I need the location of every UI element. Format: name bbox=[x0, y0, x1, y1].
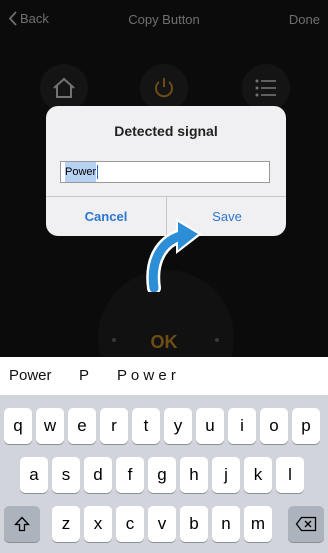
delete-icon bbox=[295, 516, 317, 532]
key[interactable]: t bbox=[132, 408, 160, 444]
shift-key[interactable] bbox=[4, 506, 40, 542]
key[interactable]: e bbox=[68, 408, 96, 444]
key[interactable]: x bbox=[84, 506, 112, 542]
key[interactable]: w bbox=[36, 408, 64, 444]
key[interactable]: c bbox=[116, 506, 144, 542]
dialog-title: Detected signal bbox=[114, 123, 218, 139]
key[interactable]: y bbox=[164, 408, 192, 444]
shift-icon bbox=[14, 516, 30, 532]
key[interactable]: m bbox=[244, 506, 272, 542]
key[interactable]: r bbox=[100, 408, 128, 444]
key[interactable]: k bbox=[244, 457, 272, 493]
key[interactable]: n bbox=[212, 506, 240, 542]
key[interactable]: g bbox=[148, 457, 176, 493]
predictive-bar: Power P P o w e r bbox=[0, 357, 328, 395]
key[interactable]: l bbox=[276, 457, 304, 493]
key[interactable]: s bbox=[52, 457, 80, 493]
key[interactable]: q bbox=[4, 408, 32, 444]
key[interactable]: b bbox=[180, 506, 208, 542]
key[interactable]: p bbox=[292, 408, 320, 444]
signal-name-value: Power bbox=[65, 162, 97, 182]
keyboard: q w e r t y u i o p a s d f g h j k l z … bbox=[0, 395, 328, 553]
suggestion-item[interactable]: P o w e r bbox=[117, 367, 176, 384]
key[interactable]: i bbox=[228, 408, 256, 444]
key[interactable]: f bbox=[116, 457, 144, 493]
key[interactable]: h bbox=[180, 457, 208, 493]
remote-screen: Back Copy Button Done OK Detected signal… bbox=[0, 0, 328, 357]
pointer-arrow-icon bbox=[146, 218, 202, 292]
text-caret bbox=[97, 165, 99, 179]
key[interactable]: d bbox=[84, 457, 112, 493]
key[interactable]: a bbox=[20, 457, 48, 493]
key[interactable]: v bbox=[148, 506, 176, 542]
key[interactable]: j bbox=[212, 457, 240, 493]
delete-key[interactable] bbox=[288, 506, 324, 542]
suggestion-item[interactable]: Power bbox=[9, 367, 52, 384]
suggestion-item[interactable]: P bbox=[79, 367, 89, 384]
key[interactable]: o bbox=[260, 408, 288, 444]
key[interactable]: z bbox=[52, 506, 80, 542]
key[interactable]: u bbox=[196, 408, 224, 444]
signal-name-input[interactable]: Power bbox=[60, 161, 270, 183]
